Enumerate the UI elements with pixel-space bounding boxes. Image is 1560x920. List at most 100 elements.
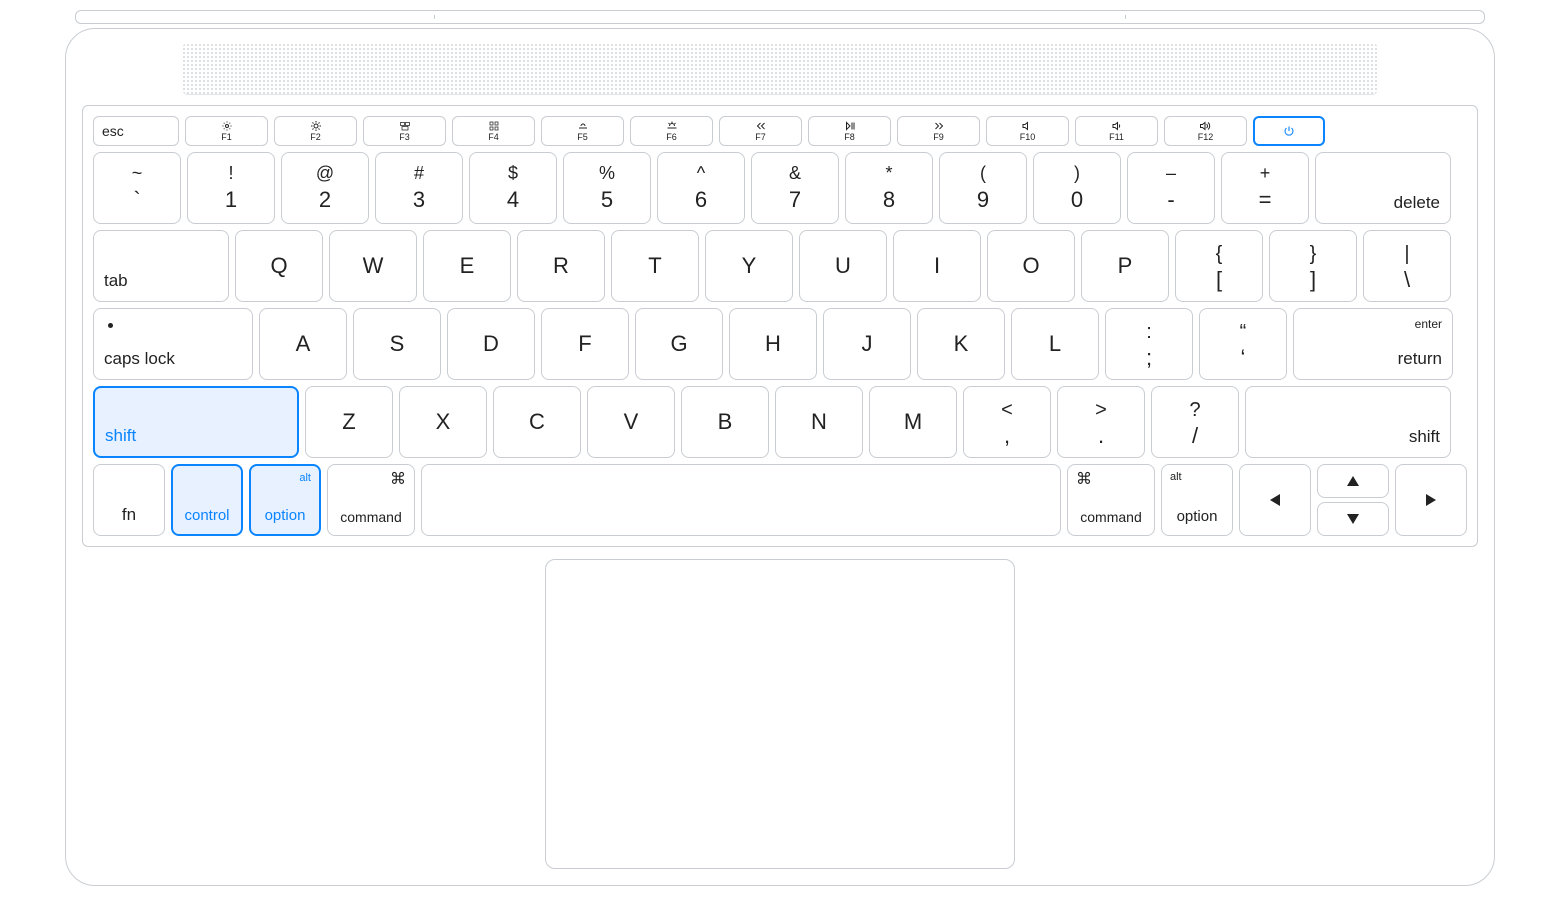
power-icon (1283, 125, 1295, 137)
l-key[interactable]: L (1011, 308, 1099, 380)
key-3[interactable]: #3 (375, 152, 463, 224)
media-playpause-icon (844, 120, 856, 132)
keyboard-plate: esc F1 F2 (82, 105, 1478, 547)
equals-key[interactable]: += (1221, 152, 1309, 224)
bottom-row: fn control alt option ⌘ command ⌘ comman… (93, 464, 1467, 536)
option-left-key[interactable]: alt option (249, 464, 321, 536)
f9-label: F9 (933, 133, 944, 142)
b-key[interactable]: B (681, 386, 769, 458)
w-key[interactable]: W (329, 230, 417, 302)
g-key[interactable]: G (635, 308, 723, 380)
u-key[interactable]: U (799, 230, 887, 302)
arrow-up-key[interactable] (1317, 464, 1389, 498)
f3-key[interactable]: F3 (363, 116, 446, 146)
t-key[interactable]: T (611, 230, 699, 302)
esc-key[interactable]: esc (93, 116, 179, 146)
minus-key[interactable]: –- (1127, 152, 1215, 224)
comma-key[interactable]: <, (963, 386, 1051, 458)
f8-label: F8 (844, 133, 855, 142)
tab-key[interactable]: tab (93, 230, 229, 302)
shift-right-label: shift (1409, 427, 1440, 447)
f2-key[interactable]: F2 (274, 116, 357, 146)
j-key[interactable]: J (823, 308, 911, 380)
r-key[interactable]: R (517, 230, 605, 302)
capslock-key[interactable]: caps lock (93, 308, 253, 380)
fn-key[interactable]: fn (93, 464, 165, 536)
f4-key[interactable]: F4 (452, 116, 535, 146)
q-key[interactable]: Q (235, 230, 323, 302)
a-key[interactable]: A (259, 308, 347, 380)
f7-label: F7 (755, 133, 766, 142)
key-1[interactable]: !1 (187, 152, 275, 224)
f7-key[interactable]: F7 (719, 116, 802, 146)
f12-key[interactable]: F12 (1164, 116, 1247, 146)
power-key[interactable] (1253, 116, 1325, 146)
v-key[interactable]: V (587, 386, 675, 458)
slash-key[interactable]: ?/ (1151, 386, 1239, 458)
arrow-down-key[interactable] (1317, 502, 1389, 536)
number-row: ~` !1 @2 #3 $4 %5 ^6 &7 *8 (9 )0 –- += d… (93, 152, 1467, 224)
o-key[interactable]: O (987, 230, 1075, 302)
c-key[interactable]: C (493, 386, 581, 458)
arrow-right-key[interactable] (1395, 464, 1467, 536)
s-key[interactable]: S (353, 308, 441, 380)
quote-key[interactable]: “‘ (1199, 308, 1287, 380)
enter-label: enter (1415, 317, 1442, 331)
command-label-left: command (328, 509, 414, 525)
media-rewind-icon (755, 120, 767, 132)
y-key[interactable]: Y (705, 230, 793, 302)
speaker-grille (182, 43, 1378, 95)
f8-key[interactable]: F8 (808, 116, 891, 146)
i-key[interactable]: I (893, 230, 981, 302)
esc-label: esc (102, 123, 124, 139)
f5-key[interactable]: F5 (541, 116, 624, 146)
return-key[interactable]: enter return (1293, 308, 1453, 380)
h-key[interactable]: H (729, 308, 817, 380)
spacebar-key[interactable] (421, 464, 1061, 536)
right-bracket-key[interactable]: }] (1269, 230, 1357, 302)
key-0[interactable]: )0 (1033, 152, 1121, 224)
m-key[interactable]: M (869, 386, 957, 458)
x-key[interactable]: X (399, 386, 487, 458)
keyboard: esc F1 F2 (93, 116, 1467, 536)
f9-key[interactable]: F9 (897, 116, 980, 146)
arrow-down-icon (1347, 514, 1359, 524)
shift-right-key[interactable]: shift (1245, 386, 1451, 458)
f12-label: F12 (1198, 133, 1214, 142)
f11-key[interactable]: F11 (1075, 116, 1158, 146)
command-right-key[interactable]: ⌘ command (1067, 464, 1155, 536)
laptop-deck: esc F1 F2 (65, 28, 1495, 886)
left-bracket-key[interactable]: {[ (1175, 230, 1263, 302)
z-key[interactable]: Z (305, 386, 393, 458)
grave-key[interactable]: ~` (93, 152, 181, 224)
e-key[interactable]: E (423, 230, 511, 302)
k-key[interactable]: K (917, 308, 1005, 380)
arrow-left-key[interactable] (1239, 464, 1311, 536)
qwerty-row: tab Q W E R T Y U I O P {[ }] |\ (93, 230, 1467, 302)
semicolon-key[interactable]: :; (1105, 308, 1193, 380)
key-8[interactable]: *8 (845, 152, 933, 224)
key-7[interactable]: &7 (751, 152, 839, 224)
f1-key[interactable]: F1 (185, 116, 268, 146)
f-key[interactable]: F (541, 308, 629, 380)
shift-left-key[interactable]: shift (93, 386, 299, 458)
f10-key[interactable]: F10 (986, 116, 1069, 146)
option-right-key[interactable]: alt option (1161, 464, 1233, 536)
key-2[interactable]: @2 (281, 152, 369, 224)
trackpad[interactable] (545, 559, 1015, 869)
d-key[interactable]: D (447, 308, 535, 380)
key-4[interactable]: $4 (469, 152, 557, 224)
period-key[interactable]: >. (1057, 386, 1145, 458)
command-left-key[interactable]: ⌘ command (327, 464, 415, 536)
key-6[interactable]: ^6 (657, 152, 745, 224)
key-9[interactable]: (9 (939, 152, 1027, 224)
key-5[interactable]: %5 (563, 152, 651, 224)
f6-key[interactable]: F6 (630, 116, 713, 146)
control-left-key[interactable]: control (171, 464, 243, 536)
n-key[interactable]: N (775, 386, 863, 458)
capslock-label: caps lock (104, 349, 175, 369)
delete-key[interactable]: delete (1315, 152, 1451, 224)
backslash-key[interactable]: |\ (1363, 230, 1451, 302)
p-key[interactable]: P (1081, 230, 1169, 302)
mission-control-icon (399, 120, 411, 132)
